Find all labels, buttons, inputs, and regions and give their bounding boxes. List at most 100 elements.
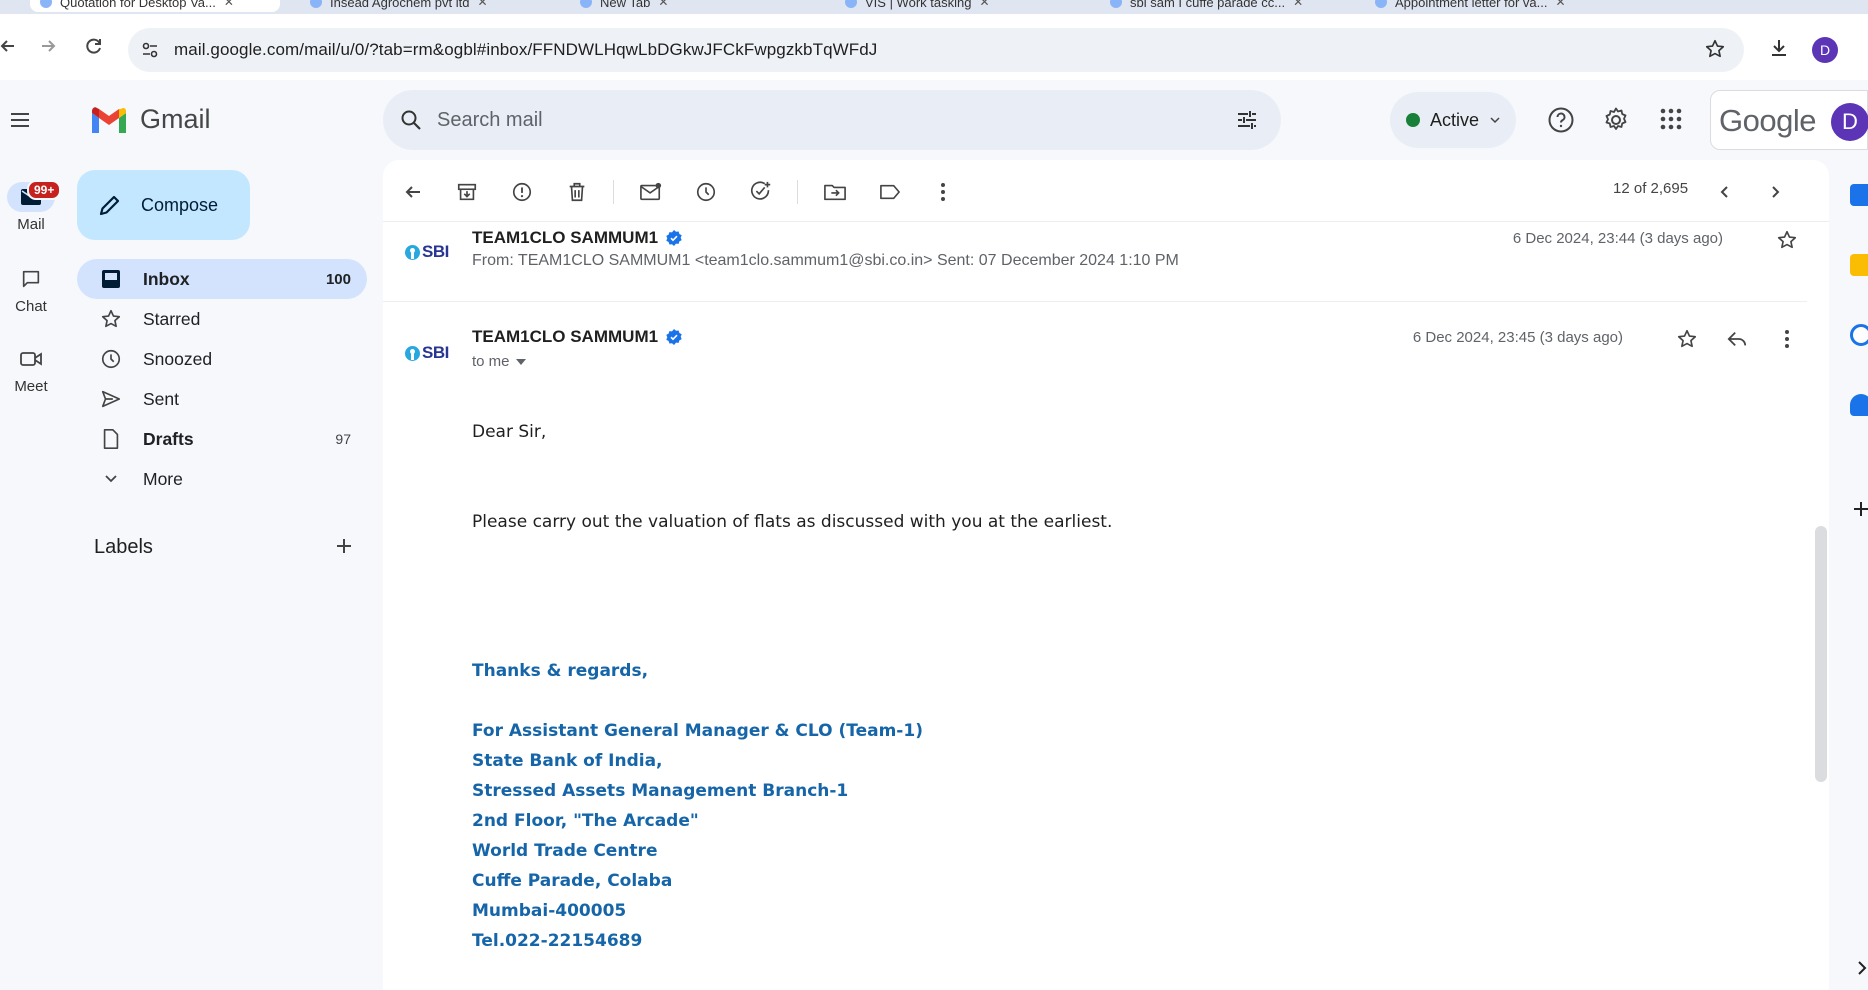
- rail-item-chat[interactable]: Chat: [0, 264, 62, 315]
- back-arrow-icon[interactable]: [0, 34, 20, 58]
- forward-arrow-icon[interactable]: [36, 34, 60, 58]
- browser-profile-avatar[interactable]: D: [1812, 37, 1838, 63]
- sidebar-item-label: Drafts: [143, 428, 194, 449]
- main-menu-icon[interactable]: [8, 108, 32, 137]
- help-icon[interactable]: [1547, 106, 1575, 139]
- labels-heading: Labels: [94, 536, 153, 558]
- expand-panel-chevron-icon[interactable]: [1856, 960, 1868, 981]
- sender-name[interactable]: TEAM1CLO SAMMUM1: [472, 327, 682, 347]
- sidebar-item-drafts[interactable]: Drafts 97: [77, 419, 367, 459]
- logo-text: SBI: [422, 242, 449, 261]
- rail-label: Mail: [17, 216, 45, 233]
- rail-item-mail[interactable]: 99+ Mail: [0, 180, 62, 233]
- star-icon[interactable]: [1675, 327, 1699, 351]
- close-icon[interactable]: ✕: [1293, 0, 1303, 9]
- search-filter-icon[interactable]: [1235, 108, 1259, 137]
- browser-tab[interactable]: Quotation for Desktop Va... ✕: [30, 0, 280, 12]
- message-greeting: Dear Sir,: [472, 422, 547, 442]
- site-settings-icon[interactable]: [140, 40, 160, 65]
- reply-icon[interactable]: [1725, 327, 1749, 351]
- tab-favicon-icon: [1375, 0, 1387, 8]
- older-chevron-right-icon[interactable]: [1763, 180, 1787, 204]
- message-scrollbar[interactable]: [1815, 526, 1827, 782]
- tab-favicon-icon: [40, 0, 52, 8]
- video-camera-icon: [7, 344, 55, 374]
- tab-favicon-icon: [580, 0, 592, 8]
- close-icon[interactable]: ✕: [658, 0, 668, 9]
- reload-icon[interactable]: [82, 34, 106, 58]
- caret-down-icon: [515, 358, 526, 365]
- sender-name-text: TEAM1CLO SAMMUM1: [472, 228, 659, 247]
- newer-chevron-left-icon[interactable]: [1713, 180, 1737, 204]
- signature-line: Tel.022-22154689: [472, 931, 643, 951]
- sidebar-item-sent[interactable]: Sent: [77, 379, 367, 419]
- download-icon[interactable]: [1767, 36, 1791, 65]
- search-input[interactable]: [437, 102, 1197, 138]
- recipient-details[interactable]: to me: [472, 353, 526, 370]
- status-selector[interactable]: Active: [1390, 92, 1516, 148]
- add-label-icon[interactable]: [334, 536, 354, 561]
- clock-icon: [99, 347, 123, 371]
- sidebar-item-inbox[interactable]: Inbox 100: [77, 259, 367, 299]
- browser-tab[interactable]: VIS | Work tasking ✕: [835, 0, 1085, 12]
- send-icon: [99, 387, 123, 411]
- bookmark-star-icon[interactable]: [1704, 38, 1726, 65]
- sidebar-item-snoozed[interactable]: Snoozed: [77, 339, 367, 379]
- url-text: mail.google.com/mail/u/0/?tab=rm&ogbl#in…: [174, 40, 878, 59]
- close-icon[interactable]: ✕: [224, 0, 234, 9]
- more-options-icon[interactable]: [1775, 327, 1799, 351]
- snooze-clock-icon[interactable]: [694, 180, 718, 204]
- delete-trash-icon[interactable]: [565, 180, 589, 204]
- mark-unread-icon[interactable]: [639, 180, 663, 204]
- apps-grid-icon[interactable]: [1658, 106, 1684, 137]
- compose-button[interactable]: Compose: [77, 170, 250, 240]
- move-to-folder-icon[interactable]: [823, 180, 847, 204]
- close-icon[interactable]: ✕: [477, 0, 487, 9]
- browser-tab[interactable]: New Tab ✕: [570, 0, 820, 12]
- logo-text: SBI: [422, 343, 449, 362]
- tab-title: Insead Agrochem pvt ltd: [330, 0, 470, 10]
- more-options-icon[interactable]: [931, 180, 955, 204]
- label-tag-icon[interactable]: [878, 180, 902, 204]
- signature-line: State Bank of India,: [472, 751, 663, 771]
- mail-icon: 99+: [7, 180, 62, 212]
- signature-line: Cuffe Parade, Colaba: [472, 871, 673, 891]
- browser-tab[interactable]: sbi sam I cuffe parade cc... ✕: [1100, 0, 1350, 12]
- pagination-count: 12 of 2,695: [1613, 180, 1689, 197]
- contacts-icon[interactable]: [1850, 394, 1868, 416]
- archive-icon[interactable]: [455, 180, 479, 204]
- draft-file-icon: [99, 427, 123, 451]
- settings-gear-icon[interactable]: [1602, 106, 1630, 139]
- search-icon[interactable]: [399, 108, 423, 137]
- message-date: 6 Dec 2024, 23:44 (3 days ago): [1512, 230, 1723, 247]
- browser-tab[interactable]: Appointment letter for va... ✕: [1365, 0, 1615, 12]
- calendar-icon[interactable]: [1850, 184, 1868, 206]
- sbi-keyhole-icon: [405, 244, 420, 260]
- rail-item-meet[interactable]: Meet: [0, 344, 62, 395]
- add-addon-icon[interactable]: [1852, 500, 1868, 523]
- browser-tab[interactable]: Insead Agrochem pvt ltd ✕: [300, 0, 550, 12]
- back-to-inbox-icon[interactable]: [401, 180, 425, 204]
- signature-line: Mumbai-400005: [472, 901, 627, 921]
- google-account-button[interactable]: Google D: [1710, 90, 1868, 150]
- star-icon[interactable]: [1775, 228, 1799, 252]
- close-icon[interactable]: ✕: [1555, 0, 1565, 9]
- account-avatar: D: [1831, 103, 1868, 141]
- verified-badge-icon: [666, 329, 682, 345]
- report-spam-icon[interactable]: [510, 180, 534, 204]
- sidebar-item-more[interactable]: More: [77, 459, 367, 499]
- signature-line: Stressed Assets Management Branch-1: [472, 781, 849, 801]
- search-bar: [383, 90, 1281, 150]
- gmail-logo[interactable]: Gmail: [90, 104, 211, 135]
- tasks-icon[interactable]: [1850, 324, 1868, 346]
- toolbar-divider: [613, 180, 614, 204]
- close-icon[interactable]: ✕: [979, 0, 989, 9]
- sidebar-item-starred[interactable]: Starred: [77, 299, 367, 339]
- sender-logo: SBI: [405, 242, 449, 262]
- add-task-icon[interactable]: [749, 180, 773, 204]
- message-date: 6 Dec 2024, 23:45 (3 days ago): [1412, 329, 1623, 346]
- chevron-down-icon: [1490, 117, 1500, 124]
- collapsed-message[interactable]: SBI TEAM1CLO SAMMUM1 From: TEAM1CLO SAMM…: [383, 222, 1807, 302]
- keep-notes-icon[interactable]: [1850, 254, 1868, 276]
- address-bar[interactable]: mail.google.com/mail/u/0/?tab=rm&ogbl#in…: [128, 28, 1744, 72]
